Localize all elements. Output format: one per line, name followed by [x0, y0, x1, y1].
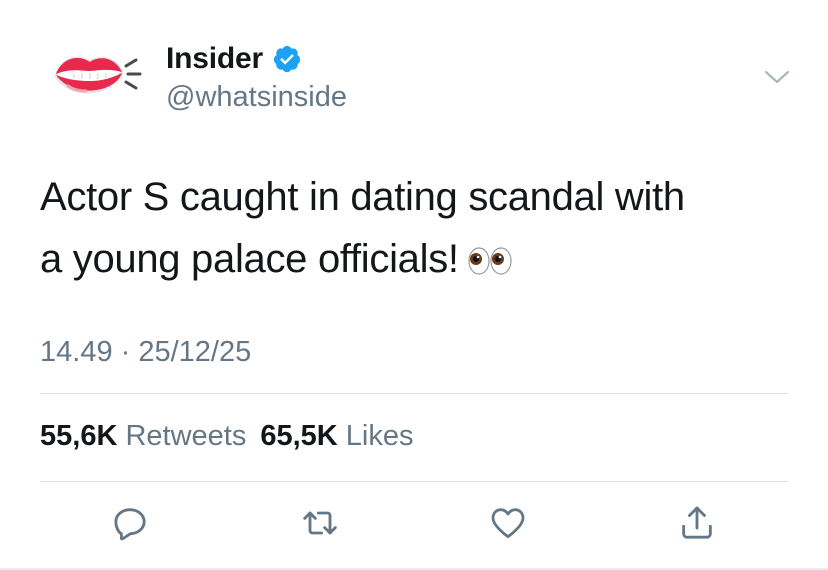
eyes-emoji-icon: [468, 247, 512, 276]
likes-label: Likes: [345, 420, 414, 452]
like-button[interactable]: [485, 500, 531, 546]
tweet-text-line-2: a young palace officials!: [40, 228, 800, 290]
retweets-label: Retweets: [125, 420, 247, 452]
retweets-count: 55,6K: [40, 420, 118, 452]
retweet-icon: [303, 511, 337, 535]
reply-button[interactable]: [107, 500, 153, 546]
share-icon: [682, 506, 712, 539]
account-name[interactable]: Insider: [166, 42, 263, 76]
likes-stat[interactable]: 65,5K Likes: [260, 420, 413, 453]
divider-bottom: [40, 481, 788, 482]
tweet-stats: 55,6K Retweets 65,5K Likes: [40, 420, 428, 453]
account-name-row[interactable]: Insider: [166, 42, 302, 76]
retweet-button[interactable]: [297, 500, 343, 546]
reply-icon: [114, 508, 146, 541]
tweet-timestamp[interactable]: 14.49 · 25/12/25: [40, 336, 251, 369]
tweet-text-line-1: Actor S caught in dating scandal with: [40, 175, 685, 219]
retweets-stat[interactable]: 55,6K Retweets: [40, 420, 246, 453]
tweet-text-line-2-text: a young palace officials!: [40, 237, 459, 281]
likes-count: 65,5K: [260, 420, 338, 452]
tweet-action-bar: [0, 500, 828, 550]
chevron-down-icon[interactable]: [762, 66, 792, 88]
tweet-text: Actor S caught in dating scandal with a …: [40, 166, 800, 290]
share-button[interactable]: [674, 500, 720, 546]
verified-badge-icon: [273, 45, 301, 73]
divider-top: [40, 393, 788, 394]
avatar-lips-logo-icon[interactable]: [50, 44, 142, 110]
account-handle[interactable]: @whatsinside: [166, 81, 347, 114]
heart-icon: [491, 508, 525, 539]
